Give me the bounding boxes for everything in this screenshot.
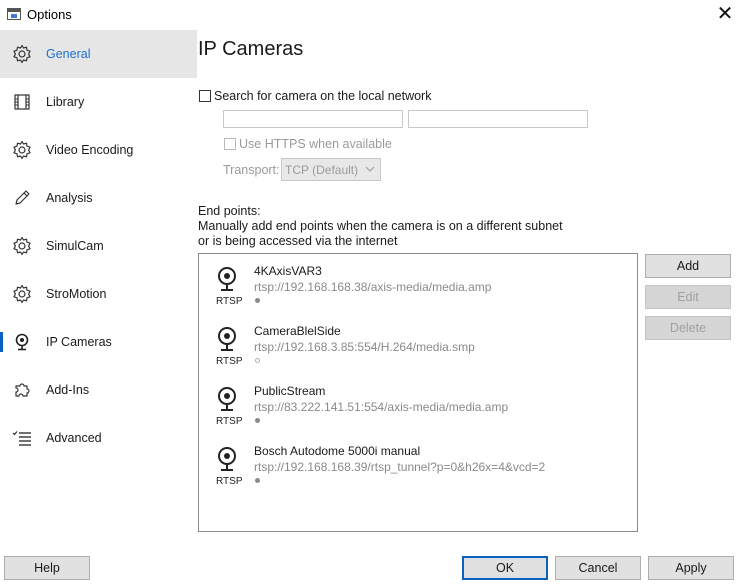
transport-value: TCP (Default) xyxy=(285,163,359,177)
status-dot xyxy=(255,478,260,483)
sidebar-item-video-encoding[interactable]: Video Encoding xyxy=(0,126,197,174)
gear-icon xyxy=(13,44,31,64)
endpoint-url: rtsp://192.168.168.39/rtsp_tunnel?p=0&h2… xyxy=(254,460,546,474)
checklist-icon xyxy=(12,431,31,446)
endpoint-name: PublicStream xyxy=(254,384,326,398)
endpoint-name: 4KAxisVAR3 xyxy=(254,264,322,278)
status-dot xyxy=(255,418,260,423)
sidebar-item-label: IP Cameras xyxy=(46,335,112,349)
search-network-label: Search for camera on the local network xyxy=(214,89,432,103)
transport-select[interactable]: TCP (Default) xyxy=(281,158,381,181)
status-dot xyxy=(255,298,260,303)
endpoints-label: End points: xyxy=(198,204,261,218)
endpoint-name: Bosch Autodome 5000i manual xyxy=(254,444,421,458)
webcam-icon xyxy=(218,327,236,351)
sidebar-item-advanced[interactable]: Advanced xyxy=(0,414,197,462)
protocol-label: RTSP xyxy=(216,416,243,427)
gear-icon xyxy=(13,284,31,304)
list-item[interactable]: RTSP Bosch Autodome 5000i manual rtsp://… xyxy=(199,434,637,494)
sidebar-item-simulcam[interactable]: SimulCam xyxy=(0,222,197,270)
sidebar-item-general[interactable]: General xyxy=(0,30,197,78)
status-dot xyxy=(255,358,260,363)
endpoints-list[interactable]: RTSP 4KAxisVAR3 rtsp://192.168.168.38/ax… xyxy=(198,253,638,532)
endpoint-url: rtsp://83.222.141.51:554/axis-media/medi… xyxy=(254,400,509,414)
protocol-label: RTSP xyxy=(216,296,243,307)
add-endpoint-button[interactable]: Add xyxy=(645,254,731,278)
gear-icon xyxy=(13,236,31,256)
webcam-icon xyxy=(218,447,236,471)
endpoint-url: rtsp://192.168.168.38/axis-media/media.a… xyxy=(254,280,492,294)
window-title: Options xyxy=(27,7,72,22)
close-icon[interactable]: ✕ xyxy=(714,4,736,26)
use-https-checkbox[interactable] xyxy=(224,138,236,150)
use-https-label: Use HTTPS when available xyxy=(239,137,392,151)
endpoints-help-line-2: or is being accessed via the internet xyxy=(198,234,398,248)
password-field[interactable] xyxy=(408,110,588,128)
list-item[interactable]: RTSP 4KAxisVAR3 rtsp://192.168.168.38/ax… xyxy=(199,254,637,314)
sidebar-item-label: Analysis xyxy=(46,191,93,205)
page-title: IP Cameras xyxy=(198,38,304,60)
sidebar-item-label: Library xyxy=(46,95,85,109)
sidebar-item-label: Advanced xyxy=(46,431,102,445)
ok-button[interactable]: OK xyxy=(462,556,548,580)
title-bar: Options ✕ xyxy=(0,0,738,30)
webcam-icon xyxy=(15,333,29,351)
sidebar-item-library[interactable]: Library xyxy=(0,78,197,126)
chevron-down-icon xyxy=(365,166,375,172)
gear-icon xyxy=(13,140,31,160)
sidebar-item-label: Add-Ins xyxy=(46,383,90,397)
protocol-label: RTSP xyxy=(216,356,243,367)
pencil-icon xyxy=(15,190,30,205)
film-icon xyxy=(14,94,30,110)
list-item[interactable]: RTSP PublicStream rtsp://83.222.141.51:5… xyxy=(199,374,637,434)
sidebar-item-label: StroMotion xyxy=(46,287,107,301)
sidebar-item-analysis[interactable]: Analysis xyxy=(0,174,197,222)
sidebar-item-stromotion[interactable]: StroMotion xyxy=(0,270,197,318)
endpoint-url: rtsp://192.168.3.85:554/H.264/media.smp xyxy=(254,340,475,354)
sidebar-item-label: Video Encoding xyxy=(46,143,134,157)
help-button[interactable]: Help xyxy=(4,556,90,580)
puzzle-icon xyxy=(15,383,30,397)
sidebar-item-label: SimulCam xyxy=(46,239,104,253)
webcam-icon xyxy=(218,387,236,411)
transport-label: Transport: xyxy=(223,163,280,177)
apply-button[interactable]: Apply xyxy=(648,556,734,580)
list-item[interactable]: RTSP CameraBlelSide rtsp://192.168.3.85:… xyxy=(199,314,637,374)
sidebar-item-label: General xyxy=(46,47,91,61)
username-field[interactable] xyxy=(223,110,403,128)
sidebar-item-ip-cameras[interactable]: IP Cameras xyxy=(0,318,197,366)
search-network-checkbox[interactable] xyxy=(199,90,211,102)
cancel-button[interactable]: Cancel xyxy=(555,556,641,580)
app-window-icon xyxy=(7,8,21,20)
delete-endpoint-button[interactable]: Delete xyxy=(645,316,731,340)
sidebar-item-add-ins[interactable]: Add-Ins xyxy=(0,366,197,414)
edit-endpoint-button[interactable]: Edit xyxy=(645,285,731,309)
webcam-icon xyxy=(218,267,236,291)
endpoints-help-line-1: Manually add end points when the camera … xyxy=(198,219,563,233)
endpoint-name: CameraBlelSide xyxy=(254,324,341,338)
active-indicator xyxy=(0,332,3,352)
protocol-label: RTSP xyxy=(216,476,243,487)
